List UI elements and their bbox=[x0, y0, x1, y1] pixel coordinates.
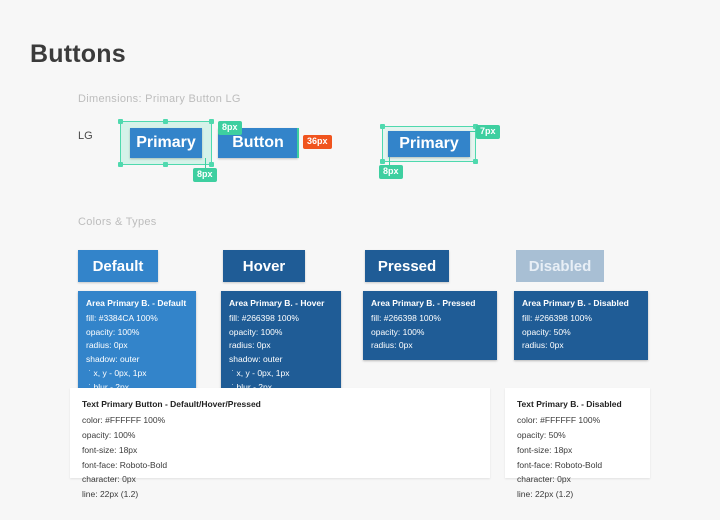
resize-handle-bottom-center[interactable] bbox=[163, 162, 168, 167]
spec-line: character: 0px bbox=[82, 474, 136, 485]
measure-badge-gap: 7px bbox=[476, 125, 500, 139]
measure-tick-height bbox=[297, 128, 299, 158]
spec-line: fill: #266398 100% bbox=[371, 312, 441, 323]
spec-line: radius: 0px bbox=[86, 340, 128, 351]
section-label-colors-types: Colors & Types bbox=[78, 216, 157, 228]
spec-card-title: Area Primary B. - Disabled bbox=[522, 298, 629, 308]
swatch-button-default[interactable]: Default bbox=[78, 250, 158, 282]
spec-line: ˙ x, y - 0px, 1px bbox=[86, 367, 147, 378]
resize-handle-bottom-left[interactable] bbox=[380, 159, 385, 164]
resize-handle-top-right[interactable] bbox=[209, 119, 214, 124]
spec-card-text-disabled: Text Primary B. - Disabled color: #FFFFF… bbox=[505, 388, 650, 499]
spec-line: opacity: 100% bbox=[371, 326, 425, 337]
resize-handle-top-center[interactable] bbox=[163, 119, 168, 124]
spec-line: opacity: 50% bbox=[517, 429, 566, 440]
measure-badge-height: 36px bbox=[303, 135, 332, 149]
spec-line: font-face: Roboto-Bold bbox=[82, 459, 168, 470]
spec-card-title: Area Primary B. - Default bbox=[86, 298, 187, 308]
spec-line: opacity: 100% bbox=[229, 326, 283, 337]
page-title: Buttons bbox=[30, 40, 126, 68]
spec-line: radius: 0px bbox=[371, 340, 413, 351]
swatch-button-disabled: Disabled bbox=[516, 250, 604, 282]
resize-handle-top-left[interactable] bbox=[380, 124, 385, 129]
resize-handle-top-left[interactable] bbox=[118, 119, 123, 124]
spec-line: opacity: 100% bbox=[82, 429, 136, 440]
resize-handle-bottom-right[interactable] bbox=[473, 159, 478, 164]
dimension-button-primary-compact[interactable]: Primary bbox=[388, 131, 470, 157]
spec-line: opacity: 100% bbox=[86, 326, 140, 337]
spec-card-title: Text Primary B. - Disabled bbox=[517, 399, 622, 409]
spec-line: color: #FFFFFF 100% bbox=[517, 414, 601, 425]
spec-line: fill: #266398 100% bbox=[229, 312, 299, 323]
spec-card-area-pressed: Area Primary B. - Pressed fill: #266398 … bbox=[363, 291, 497, 361]
spec-card-title: Area Primary B. - Pressed bbox=[371, 298, 476, 308]
section-label-dimensions: Dimensions: Primary Button LG bbox=[78, 93, 241, 105]
spec-card-title: Area Primary B. - Hover bbox=[229, 298, 325, 308]
spec-line: ˙ x, y - 0px, 1px bbox=[229, 367, 290, 378]
spec-line: character: 0px bbox=[517, 474, 571, 485]
spec-line: radius: 0px bbox=[229, 340, 271, 351]
swatch-button-pressed[interactable]: Pressed bbox=[365, 250, 449, 282]
dimension-button-primary[interactable]: Primary bbox=[130, 128, 202, 158]
spec-line: fill: #266398 100% bbox=[522, 312, 592, 323]
resize-handle-bottom-left[interactable] bbox=[118, 162, 123, 167]
measure-badge-padding-bottom-2: 8px bbox=[379, 165, 403, 179]
spec-line: opacity: 50% bbox=[522, 326, 571, 337]
spec-line: line: 22px (1.2) bbox=[82, 489, 139, 500]
measure-badge-padding-bottom: 8px bbox=[193, 168, 217, 182]
resize-handle-bottom-right[interactable] bbox=[209, 162, 214, 167]
spec-line: line: 22px (1.2) bbox=[517, 489, 574, 500]
spec-line: radius: 0px bbox=[522, 340, 564, 351]
spec-line: font-size: 18px bbox=[82, 444, 138, 455]
spec-card-title: Text Primary Button - Default/Hover/Pres… bbox=[82, 399, 261, 409]
spec-line: color: #FFFFFF 100% bbox=[82, 414, 166, 425]
spec-card-area-default: Area Primary B. - Default fill: #3384CA … bbox=[78, 291, 196, 402]
measure-badge-padding-top: 8px bbox=[218, 121, 242, 135]
spec-line: shadow: outer bbox=[86, 354, 140, 365]
spec-card-text-default-hover-pressed: Text Primary Button - Default/Hover/Pres… bbox=[70, 388, 490, 499]
spec-line: fill: #3384CA 100% bbox=[86, 312, 158, 323]
spec-card-area-hover: Area Primary B. - Hover fill: #266398 10… bbox=[221, 291, 341, 402]
spec-line: shadow: outer bbox=[229, 354, 283, 365]
spec-card-area-disabled: Area Primary B. - Disabled fill: #266398… bbox=[514, 291, 648, 361]
swatch-button-hover[interactable]: Hover bbox=[223, 250, 305, 282]
spec-line: font-size: 18px bbox=[517, 444, 573, 455]
spec-line: font-face: Roboto-Bold bbox=[517, 459, 603, 470]
size-tag-lg: LG bbox=[78, 130, 93, 142]
